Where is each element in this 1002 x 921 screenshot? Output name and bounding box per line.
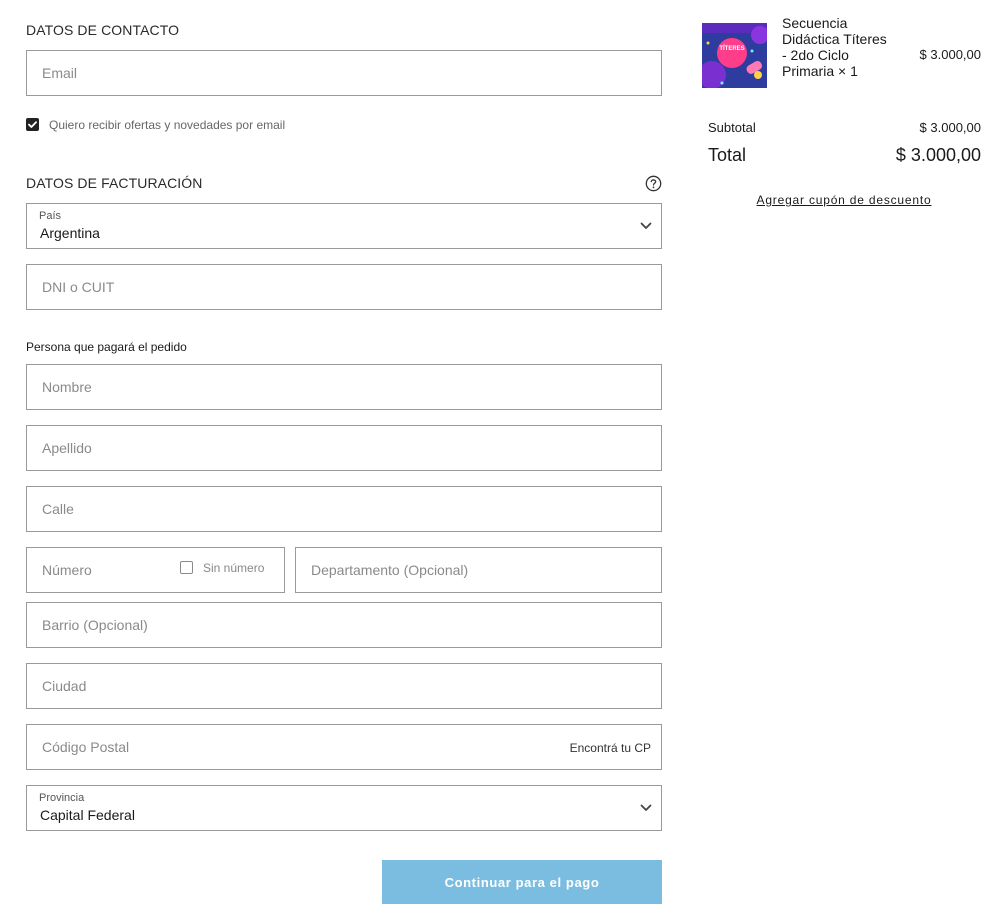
name-field-wrapper	[26, 364, 662, 410]
province-select[interactable]: Provincia Capital Federal	[26, 785, 662, 831]
subtotal-value: $ 3.000,00	[919, 120, 981, 135]
cart-item-price: $ 3.000,00	[919, 47, 981, 62]
country-select[interactable]: País Argentina	[26, 203, 662, 249]
dni-field-wrapper	[26, 264, 662, 310]
apartment-input[interactable]	[296, 548, 661, 592]
offers-checkbox[interactable]	[26, 118, 39, 131]
dni-input[interactable]	[27, 265, 661, 309]
billing-section-title: DATOS DE FACTURACIÓN	[26, 175, 203, 191]
cart-item-name: Secuencia Didáctica Títeres - 2do Ciclo …	[782, 15, 887, 79]
apartment-field-wrapper	[295, 547, 662, 593]
street-input[interactable]	[27, 487, 661, 531]
number-field-wrapper: Sin número	[26, 547, 285, 593]
postal-input[interactable]	[27, 725, 661, 769]
question-circle-icon[interactable]	[645, 175, 662, 192]
chevron-down-icon	[640, 804, 652, 811]
name-input[interactable]	[27, 365, 661, 409]
neighborhood-field-wrapper	[26, 602, 662, 648]
no-number-label[interactable]: Sin número	[203, 561, 264, 575]
total-label: Total	[708, 145, 747, 165]
lastname-input[interactable]	[27, 426, 661, 470]
checkmark-icon	[28, 121, 37, 128]
neighborhood-input[interactable]	[27, 603, 661, 647]
total-value: $ 3.000,00	[895, 145, 981, 165]
city-field-wrapper	[26, 663, 662, 709]
continue-to-payment-button[interactable]: Continuar para el pago	[382, 860, 662, 904]
no-number-checkbox[interactable]	[180, 561, 193, 574]
find-postal-link[interactable]: Encontrá tu CP	[570, 741, 651, 755]
country-value: Argentina	[40, 225, 100, 241]
lastname-field-wrapper	[26, 425, 662, 471]
product-thumbnail: TÍTERES	[702, 23, 767, 88]
payer-section-title: Persona que pagará el pedido	[26, 340, 187, 354]
city-input[interactable]	[27, 664, 661, 708]
email-input[interactable]	[27, 51, 661, 95]
chevron-down-icon	[640, 222, 652, 229]
postal-field-wrapper: Encontrá tu CP	[26, 724, 662, 770]
subtotal-label: Subtotal	[708, 120, 756, 135]
street-field-wrapper	[26, 486, 662, 532]
province-label: Provincia	[39, 792, 85, 804]
country-label: País	[39, 210, 62, 222]
add-coupon-link[interactable]: Agregar cupón de descuento	[708, 193, 980, 207]
province-value: Capital Federal	[40, 807, 135, 823]
contact-section-title: DATOS DE CONTACTO	[26, 22, 180, 38]
email-field-wrapper	[26, 50, 662, 96]
offers-checkbox-label[interactable]: Quiero recibir ofertas y novedades por e…	[49, 118, 285, 132]
thumbnail-title: TÍTERES	[719, 46, 745, 52]
